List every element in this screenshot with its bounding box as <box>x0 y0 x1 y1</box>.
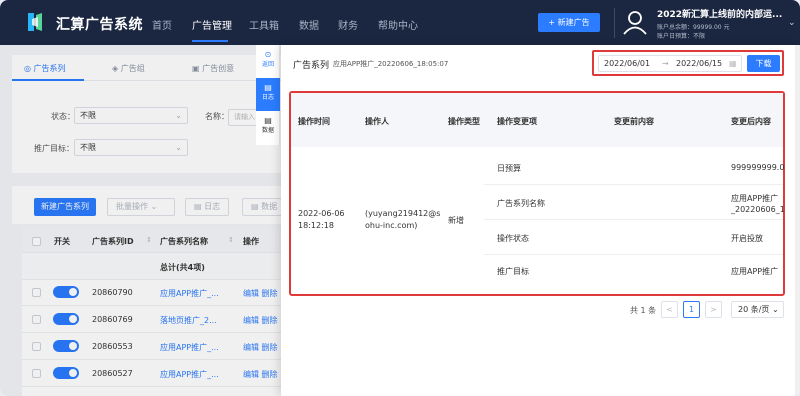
pagination-next-button[interactable]: > <box>705 301 722 318</box>
top-nav: 汇算广告系统 首页 广告管理 工具箱 数据 财务 帮助中心 + 新建广告 202… <box>0 0 800 45</box>
logo-icon <box>28 13 42 31</box>
log-row-divider <box>484 219 783 220</box>
log-operator-line1: (yuyang219412@s <box>365 209 441 218</box>
account-daily-budget: 账户日预算：不限 <box>657 33 706 40</box>
drawer-backdrop[interactable] <box>0 45 281 396</box>
col-operator: 操作人 <box>365 117 389 126</box>
app-window: 汇算广告系统 首页 广告管理 工具箱 数据 财务 帮助中心 + 新建广告 202… <box>0 0 800 396</box>
page-size-select[interactable]: 20 条/页 ⌄ <box>731 301 784 318</box>
drawer-subtitle: 应用APP推广_20220606_18:05:07 <box>333 60 449 68</box>
nav-ad-management[interactable]: 广告管理 <box>192 17 232 32</box>
scrollbar[interactable] <box>795 45 800 396</box>
date-range-picker[interactable]: 2022/06/01 → 2022/06/15 ▦ <box>598 55 742 72</box>
date-start[interactable]: 2022/06/01 <box>604 59 650 68</box>
log-row-divider <box>484 254 783 255</box>
log-after-value: 开启投放 <box>731 234 763 243</box>
nav-home[interactable]: 首页 <box>152 17 172 32</box>
nav-help-center[interactable]: 帮助中心 <box>378 17 418 32</box>
col-change-item: 操作变更项 <box>497 117 537 126</box>
pagination-page-1[interactable]: 1 <box>683 301 700 318</box>
col-op-type: 操作类型 <box>448 117 480 126</box>
date-separator-icon: → <box>662 59 669 68</box>
data-icon: ▤ <box>264 116 272 125</box>
col-before: 变更前内容 <box>614 117 654 126</box>
side-tab-log[interactable]: ▤ 日志 <box>256 78 280 111</box>
chevron-down-icon[interactable]: ⌄ <box>788 18 796 28</box>
log-icon: ▤ <box>264 83 272 92</box>
account-balance: 账户总余额：99999.00 元 <box>657 24 730 31</box>
log-operator-line2: ohu-inc.com) <box>365 221 418 230</box>
nav-toolbox[interactable]: 工具箱 <box>249 17 279 32</box>
log-after-value: 应用APP推广 <box>731 194 779 203</box>
log-change-item: 日预算 <box>497 164 521 173</box>
app-name: 汇算广告系统 <box>56 17 143 33</box>
log-after-value: _20220606_1 <box>731 205 785 214</box>
log-after-value: 应用APP推广 <box>731 267 779 276</box>
log-time-clock: 18:12:18 <box>298 221 334 230</box>
pagination-prev-button[interactable]: < <box>661 301 678 318</box>
log-time-date: 2022-06-06 <box>298 209 345 218</box>
col-after: 变更后内容 <box>731 117 771 126</box>
download-button[interactable]: 下载 <box>747 55 780 72</box>
col-op-time: 操作时间 <box>298 117 330 126</box>
drawer-side-tabs: ⊙ 返回 ▤ 日志 ▤ 数据 <box>256 45 280 145</box>
date-end[interactable]: 2022/06/15 <box>676 59 722 68</box>
user-avatar-icon[interactable] <box>622 9 648 35</box>
back-icon: ⊙ <box>264 50 272 59</box>
log-after-value: 999999999.0 <box>731 163 785 172</box>
calendar-icon[interactable]: ▦ <box>729 59 737 68</box>
side-tab-back[interactable]: ⊙ 返回 <box>256 45 280 78</box>
log-change-item: 推广目标 <box>497 267 529 276</box>
pagination-total: 共 1 条 <box>630 306 657 315</box>
nav-data[interactable]: 数据 <box>299 17 319 32</box>
drawer-title: 广告系列 <box>293 61 330 71</box>
nav-finance[interactable]: 财务 <box>338 17 358 32</box>
new-ad-button[interactable]: + 新建广告 <box>538 13 600 32</box>
log-row-divider <box>484 184 783 185</box>
account-name: 2022新汇算上线前的内部运... <box>657 10 783 20</box>
nav-divider <box>614 8 615 38</box>
log-op-type: 新增 <box>448 216 464 225</box>
side-tab-data[interactable]: ▤ 数据 <box>256 111 280 144</box>
nav-active-indicator <box>192 40 228 42</box>
log-change-item: 广告系列名称 <box>497 199 545 208</box>
log-change-item: 操作状态 <box>497 234 529 243</box>
